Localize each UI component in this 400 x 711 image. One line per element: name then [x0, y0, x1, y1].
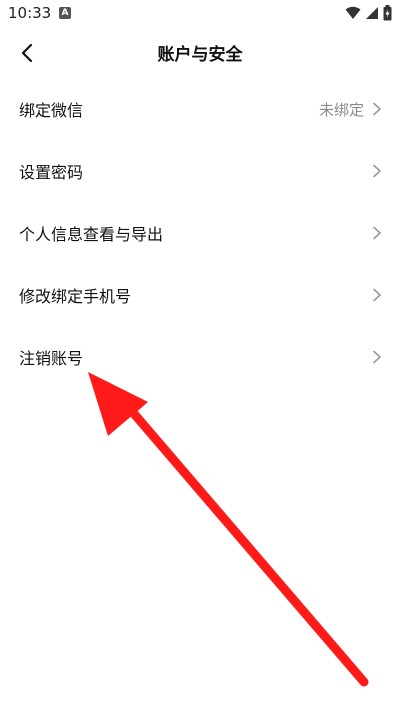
header: 账户与安全: [0, 28, 400, 78]
menu-item-status: 未绑定: [318, 100, 364, 119]
chevron-right-icon: [373, 226, 381, 240]
menu-item-label: 修改绑定手机号: [19, 287, 132, 306]
chevron-right-icon: [373, 350, 381, 364]
settings-list: 绑定微信 未绑定 设置密码 个人信息查看与导出 修改绑定手机号 注销账号: [0, 78, 400, 388]
menu-item-personal-info-export[interactable]: 个人信息查看与导出: [0, 202, 400, 264]
chevron-right-icon: [373, 102, 381, 116]
status-time: 10:33: [8, 4, 52, 22]
menu-item-change-phone[interactable]: 修改绑定手机号: [0, 264, 400, 326]
chevron-right-icon: [373, 164, 381, 178]
menu-item-label: 设置密码: [19, 163, 84, 182]
menu-item-label: 绑定微信: [19, 101, 84, 120]
wifi-icon: [345, 6, 361, 19]
status-bar: 10:33 A: [0, 0, 400, 28]
chevron-right-icon: [373, 288, 381, 302]
menu-item-bind-wechat[interactable]: 绑定微信 未绑定: [0, 78, 400, 140]
menu-item-delete-account[interactable]: 注销账号: [0, 326, 400, 388]
signal-icon: [366, 7, 378, 19]
battery-icon: [383, 5, 392, 21]
menu-item-set-password[interactable]: 设置密码: [0, 140, 400, 202]
notification-icon: A: [59, 7, 71, 19]
menu-item-label: 个人信息查看与导出: [19, 225, 164, 244]
menu-item-label: 注销账号: [19, 349, 84, 368]
page-title: 账户与安全: [157, 45, 243, 65]
status-icons: [345, 5, 392, 21]
